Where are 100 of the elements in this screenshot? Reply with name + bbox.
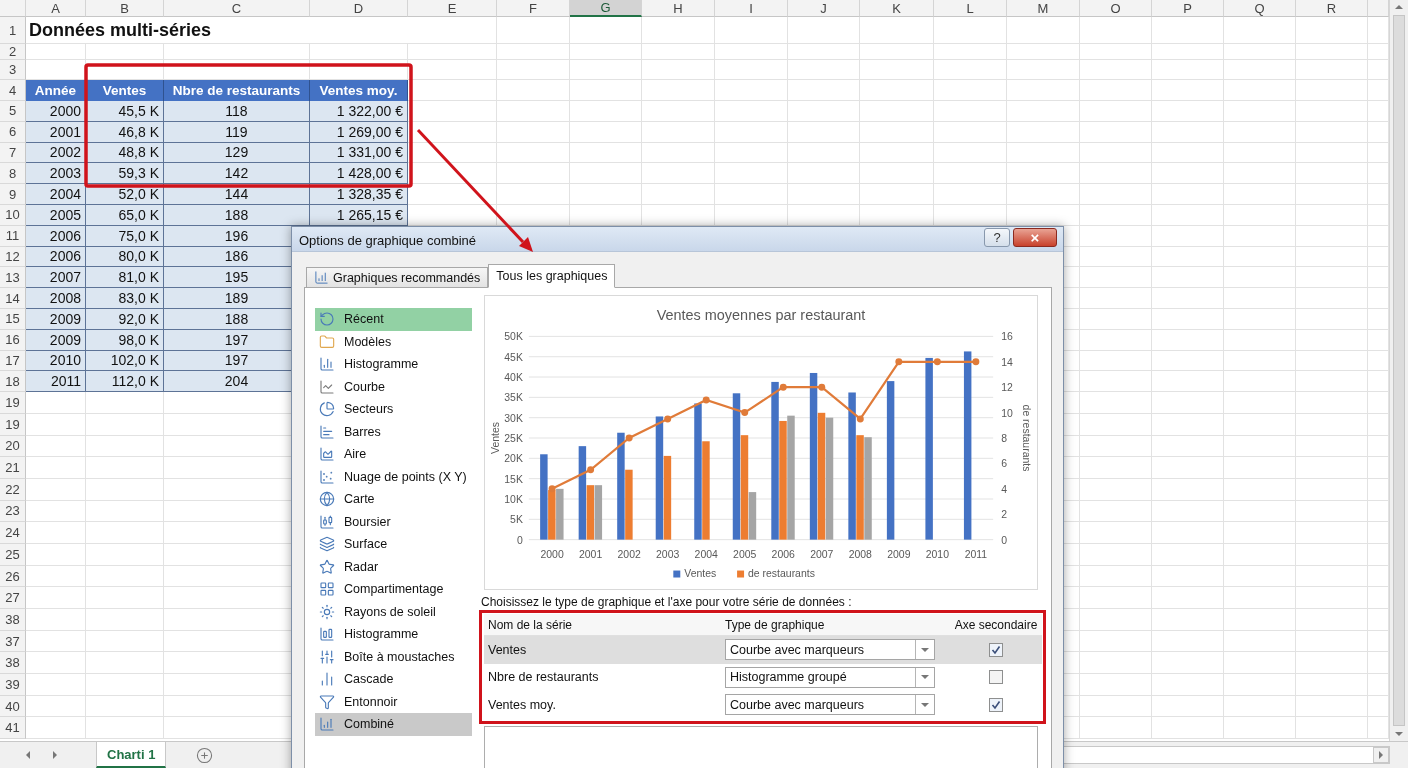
grid-cell[interactable] xyxy=(26,565,86,588)
grid-cell[interactable] xyxy=(86,717,164,740)
column-header[interactable]: B xyxy=(86,0,164,17)
row-header[interactable]: 38 xyxy=(0,609,26,631)
row-header[interactable]: 20 xyxy=(0,435,26,458)
grid-cell[interactable] xyxy=(1152,60,1224,80)
grid-cell[interactable] xyxy=(408,101,497,122)
grid-cell[interactable] xyxy=(860,17,934,44)
grid-cell[interactable] xyxy=(1007,80,1080,101)
grid-cell[interactable] xyxy=(86,652,164,675)
secondary-axis-checkbox[interactable] xyxy=(989,670,1003,685)
grid-cell[interactable] xyxy=(1296,17,1368,44)
grid-cell[interactable] xyxy=(715,205,788,226)
column-header[interactable]: I xyxy=(715,0,788,17)
grid-cell[interactable] xyxy=(570,205,642,226)
grid-cell[interactable] xyxy=(1296,435,1368,458)
grid-cell[interactable] xyxy=(1080,587,1152,610)
row-header[interactable]: 10 xyxy=(0,205,26,226)
grid-cell[interactable] xyxy=(1080,350,1152,372)
grid-cell[interactable] xyxy=(1080,522,1152,544)
grid-cell[interactable] xyxy=(497,17,570,44)
grid-cell[interactable] xyxy=(26,717,86,740)
grid-cell[interactable] xyxy=(1080,308,1152,330)
grid-cell[interactable] xyxy=(1296,350,1368,372)
grid-cell[interactable] xyxy=(1152,587,1224,610)
grid-cell[interactable] xyxy=(1224,101,1296,122)
grid-cell[interactable] xyxy=(934,60,1007,80)
grid-cell[interactable] xyxy=(860,80,934,101)
grid-cell[interactable] xyxy=(1152,478,1224,501)
grid-cell[interactable] xyxy=(86,478,164,501)
grid-cell[interactable] xyxy=(1152,44,1224,60)
grid-cell[interactable] xyxy=(860,121,934,143)
column-header[interactable]: D xyxy=(310,0,408,17)
row-header[interactable]: 3 xyxy=(0,60,26,80)
grid-cell[interactable] xyxy=(788,142,860,164)
row-header[interactable]: 11 xyxy=(0,225,26,247)
grid-cell[interactable] xyxy=(26,695,86,718)
grid-cell[interactable] xyxy=(1224,225,1296,247)
grid-cell[interactable] xyxy=(1296,457,1368,479)
chart-type-item[interactable]: Combiné xyxy=(315,713,472,736)
column-header[interactable]: M xyxy=(1007,0,1080,17)
grid-cell[interactable] xyxy=(570,163,642,185)
grid-cell[interactable] xyxy=(934,101,1007,122)
grid-cell[interactable] xyxy=(1080,80,1152,101)
grid-cell[interactable] xyxy=(164,44,310,60)
grid-cell[interactable] xyxy=(570,121,642,143)
grid-cell[interactable] xyxy=(26,392,86,414)
grid-cell[interactable] xyxy=(1224,308,1296,330)
grid-cell[interactable] xyxy=(1224,500,1296,523)
grid-cell[interactable] xyxy=(497,184,570,205)
row-header[interactable]: 8 xyxy=(0,163,26,185)
grid-cell[interactable] xyxy=(1080,329,1152,351)
chart-type-item[interactable]: Courbe xyxy=(315,375,472,398)
grid-cell[interactable] xyxy=(1152,17,1224,44)
grid-cell[interactable] xyxy=(408,163,497,185)
grid-cell[interactable] xyxy=(1007,17,1080,44)
row-header[interactable]: 1 xyxy=(0,17,26,44)
secondary-axis-checkbox[interactable] xyxy=(989,642,1003,657)
grid-cell[interactable] xyxy=(1080,184,1152,205)
grid-cell[interactable] xyxy=(1296,674,1368,696)
grid-cell[interactable] xyxy=(1224,652,1296,675)
column-header[interactable]: P xyxy=(1152,0,1224,17)
grid-cell[interactable] xyxy=(1152,652,1224,675)
grid-cell[interactable] xyxy=(1152,80,1224,101)
grid-cell[interactable] xyxy=(570,101,642,122)
grid-cell[interactable] xyxy=(1080,478,1152,501)
grid-cell[interactable] xyxy=(715,17,788,44)
grid-cell[interactable] xyxy=(1152,329,1224,351)
row-header[interactable]: 15 xyxy=(0,308,26,330)
chart-type-item[interactable]: Entonnoir xyxy=(315,690,472,713)
grid-cell[interactable] xyxy=(26,609,86,631)
scroll-thumb[interactable] xyxy=(1393,15,1405,726)
grid-cell[interactable] xyxy=(86,695,164,718)
grid-cell[interactable] xyxy=(26,652,86,675)
chart-type-item[interactable]: Modèles xyxy=(315,330,472,353)
grid-cell[interactable] xyxy=(1296,630,1368,653)
column-header[interactable]: K xyxy=(860,0,934,17)
grid-cell[interactable] xyxy=(1224,695,1296,718)
grid-cell[interactable] xyxy=(1152,565,1224,588)
grid-cell[interactable] xyxy=(86,522,164,544)
grid-cell[interactable] xyxy=(1007,205,1080,226)
row-header[interactable]: 22 xyxy=(0,478,26,501)
grid-cell[interactable] xyxy=(1224,329,1296,351)
grid-cell[interactable] xyxy=(26,543,86,566)
grid-cell[interactable] xyxy=(1152,717,1224,740)
grid-cell[interactable] xyxy=(1296,587,1368,610)
chart-type-item[interactable]: Rayons de soleil xyxy=(315,600,472,623)
row-header[interactable]: 26 xyxy=(0,565,26,588)
grid-cell[interactable] xyxy=(642,60,715,80)
chart-type-item[interactable]: Surface xyxy=(315,533,472,556)
grid-cell[interactable] xyxy=(934,163,1007,185)
grid-cell[interactable] xyxy=(26,44,86,60)
column-header[interactable]: E xyxy=(408,0,497,17)
grid-cell[interactable] xyxy=(1080,246,1152,268)
grid-cell[interactable] xyxy=(860,101,934,122)
grid-cell[interactable] xyxy=(1296,565,1368,588)
grid-cell[interactable] xyxy=(1224,457,1296,479)
grid-cell[interactable] xyxy=(1080,630,1152,653)
grid-cell[interactable] xyxy=(86,44,164,60)
grid-cell[interactable] xyxy=(86,392,164,414)
